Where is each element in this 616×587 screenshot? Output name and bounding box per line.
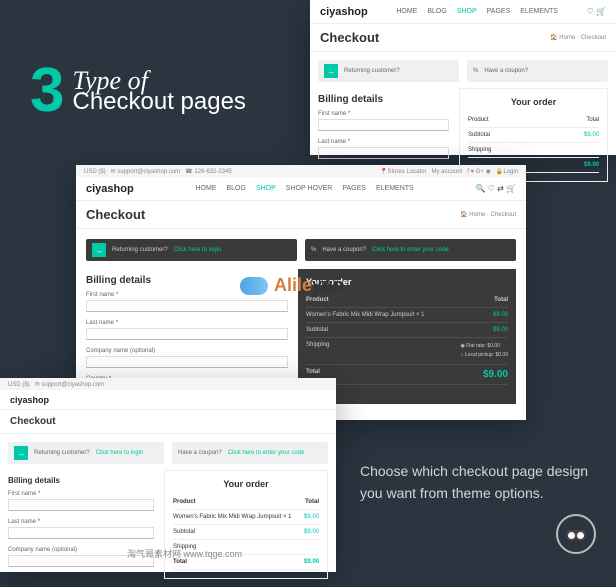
company-label: Company name (optional) [86, 348, 288, 354]
nav-item[interactable]: ELEMENTS [376, 185, 414, 192]
returning-customer-notice[interactable]: →Returning customer? [318, 60, 459, 82]
nav-item[interactable]: PAGES [342, 185, 366, 192]
coupon-notice[interactable]: Have a coupon? Click here to enter your … [172, 442, 328, 464]
billing-heading: Billing details [318, 94, 449, 105]
breadcrumb-row: Checkout 🏠 Home · Checkout [310, 24, 616, 52]
hero-main-title: Checkout pages [72, 88, 245, 116]
hero-text-wrap: Type of Checkout pages [72, 66, 245, 116]
order-heading: Your order [468, 97, 599, 107]
login-icon: → [324, 64, 338, 78]
breadcrumb-row: Checkout 🏠 Home · Checkout [76, 201, 526, 229]
returning-customer-notice[interactable]: →Returning customer? Click here to login [8, 442, 164, 464]
last-name-input[interactable] [86, 328, 288, 340]
login-icon: → [14, 446, 28, 460]
billing-heading: Billing details [8, 476, 154, 485]
nav-item[interactable]: SHOP HOVER [286, 185, 333, 192]
login-icon: → [92, 243, 106, 257]
hero-title: 3 Type of Checkout pages [30, 60, 246, 122]
logo: ciyashop [320, 6, 368, 18]
topbar: USD ($) ✉ support@ciyashop.com [0, 378, 336, 390]
nav-item[interactable]: SHOP [457, 8, 477, 15]
nav-item[interactable]: SHOP [256, 185, 276, 192]
glasses-icon [566, 530, 586, 538]
first-name-input[interactable] [318, 119, 449, 131]
nav-bar: ciyashop HOME BLOG SHOP PAGES ELEMENTS ♡… [310, 0, 616, 24]
hero-number: 3 [30, 60, 64, 122]
first-name-input[interactable] [8, 499, 154, 511]
coupon-notice[interactable]: % Have a coupon? Click here to enter you… [305, 239, 516, 261]
order-heading: Your order [173, 479, 319, 489]
nav-item[interactable]: ELEMENTS [520, 8, 558, 15]
checkout-mockup-3: USD ($) ✉ support@ciyashop.com ciyashop … [0, 378, 336, 572]
last-name-input[interactable] [318, 147, 449, 159]
cloud-icon [240, 277, 268, 295]
shipping-options[interactable]: ◉ Flat rate: $0.00○ Local pickup: $0.00 [460, 342, 508, 360]
header-icons: 🔍 ♡ ⇄ 🛒 [476, 184, 516, 193]
description-text: Choose which checkout page design you wa… [360, 460, 590, 505]
topbar: USD ($) ✉ support@ciyashop.com ☎ 126-632… [76, 165, 526, 177]
last-name-label: Last name * [86, 320, 288, 326]
source-badge: 淘气哥素材网 www.tqge.com [127, 547, 242, 560]
coupon-notice[interactable]: % Have a coupon? [467, 60, 608, 82]
checkout-mockup-1: ciyashop HOME BLOG SHOP PAGES ELEMENTS ♡… [310, 0, 616, 155]
coupon-icon: % [311, 247, 316, 253]
breadcrumb-row: Checkout [0, 410, 336, 434]
nav-bar: ciyashop [0, 390, 336, 410]
mascot-badge [556, 514, 596, 554]
header-icons: ♡ 🛒 [587, 7, 606, 16]
logo: ciyashop [10, 395, 49, 405]
nav-item[interactable]: HOME [196, 185, 217, 192]
page-title: Checkout [320, 30, 379, 45]
returning-customer-notice[interactable]: →Returning customer? Click here to login [86, 239, 297, 261]
first-name-input[interactable] [86, 300, 288, 312]
breadcrumb: 🏠 Home · Checkout [460, 211, 516, 218]
last-name-input[interactable] [8, 527, 154, 539]
nav-bar: ciyashop HOME BLOG SHOP SHOP HOVER PAGES… [76, 177, 526, 201]
company-input[interactable] [86, 356, 288, 368]
watermark-overlay: Alileyun [240, 275, 344, 296]
coupon-icon: % [473, 68, 478, 74]
nav-links: HOME BLOG SHOP PAGES ELEMENTS [396, 8, 558, 15]
page-title: Checkout [86, 207, 145, 222]
watermark-text: Alileyun [274, 275, 344, 296]
page-title: Checkout [10, 416, 56, 427]
nav-item[interactable]: HOME [396, 8, 417, 15]
nav-item[interactable]: BLOG [227, 185, 246, 192]
breadcrumb: 🏠 Home · Checkout [550, 34, 606, 41]
nav-links: HOME BLOG SHOP SHOP HOVER PAGES ELEMENTS [196, 185, 414, 192]
nav-item[interactable]: BLOG [427, 8, 446, 15]
logo: ciyashop [86, 183, 134, 195]
nav-item[interactable]: PAGES [487, 8, 511, 15]
order-summary-light: Your order ProductTotal Women's Fabric M… [164, 470, 328, 579]
